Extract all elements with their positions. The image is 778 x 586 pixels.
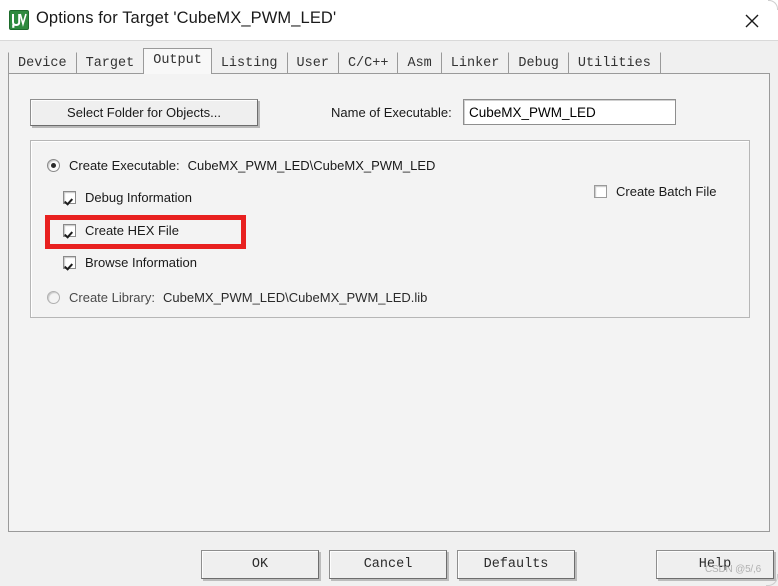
radio-button-unchecked-icon[interactable] [47, 291, 60, 304]
create-executable-label: Create Executable: [69, 158, 180, 173]
name-of-executable-label: Name of Executable: [331, 105, 452, 120]
select-folder-for-objects-button[interactable]: Select Folder for Objects... [30, 99, 258, 126]
tab-c-cpp[interactable]: C/C++ [337, 52, 399, 74]
cancel-button[interactable]: Cancel [329, 550, 447, 579]
create-hex-file-checkbox-row[interactable]: Create HEX File [63, 223, 179, 238]
create-executable-radio-row[interactable]: Create Executable: CubeMX_PWM_LED\CubeMX… [47, 158, 435, 173]
options-for-target-dialog: Options for Target 'CubeMX_PWM_LED' Devi… [0, 0, 778, 586]
title-bar: Options for Target 'CubeMX_PWM_LED' [0, 0, 778, 41]
tab-user[interactable]: User [286, 52, 339, 74]
defaults-button[interactable]: Defaults [457, 550, 575, 579]
create-batch-file-checkbox-row[interactable]: Create Batch File [594, 184, 716, 199]
help-button[interactable]: Help [656, 550, 774, 579]
tab-utilities[interactable]: Utilities [567, 52, 661, 74]
checkbox-checked-icon[interactable] [63, 224, 76, 237]
tab-listing[interactable]: Listing [210, 52, 288, 74]
tab-asm[interactable]: Asm [397, 52, 442, 74]
ok-button[interactable]: OK [201, 550, 319, 579]
tab-device[interactable]: Device [8, 52, 77, 74]
create-library-path: CubeMX_PWM_LED\CubeMX_PWM_LED.lib [162, 290, 428, 305]
checkbox-checked-icon[interactable] [63, 256, 76, 269]
page-title: Options for Target 'CubeMX_PWM_LED' [36, 9, 337, 27]
checkbox-unchecked-icon[interactable] [594, 185, 607, 198]
create-library-radio-row[interactable]: Create Library: CubeMX_PWM_LED\CubeMX_PW… [47, 290, 427, 305]
create-hex-file-label: Create HEX File [85, 223, 179, 238]
radio-button-checked-icon[interactable] [47, 159, 60, 172]
create-library-label: Create Library: [69, 290, 155, 305]
browse-information-checkbox-row[interactable]: Browse Information [63, 255, 197, 270]
browse-information-label: Browse Information [85, 255, 197, 270]
close-icon [745, 14, 759, 28]
debug-information-checkbox-row[interactable]: Debug Information [63, 190, 192, 205]
close-button[interactable] [726, 0, 778, 40]
name-of-executable-input[interactable] [463, 99, 676, 125]
create-executable-path: CubeMX_PWM_LED\CubeMX_PWM_LED [187, 158, 436, 173]
keil-uvision-icon [9, 10, 29, 30]
create-batch-file-label: Create Batch File [616, 184, 717, 199]
tab-output[interactable]: Output [143, 48, 212, 74]
tab-debug[interactable]: Debug [508, 52, 569, 74]
tab-target[interactable]: Target [75, 52, 145, 74]
debug-information-label: Debug Information [85, 190, 192, 205]
checkbox-checked-icon[interactable] [63, 191, 76, 204]
tab-strip: Device Target Output Listing User C/C++ … [8, 48, 661, 74]
tab-linker[interactable]: Linker [440, 52, 510, 74]
